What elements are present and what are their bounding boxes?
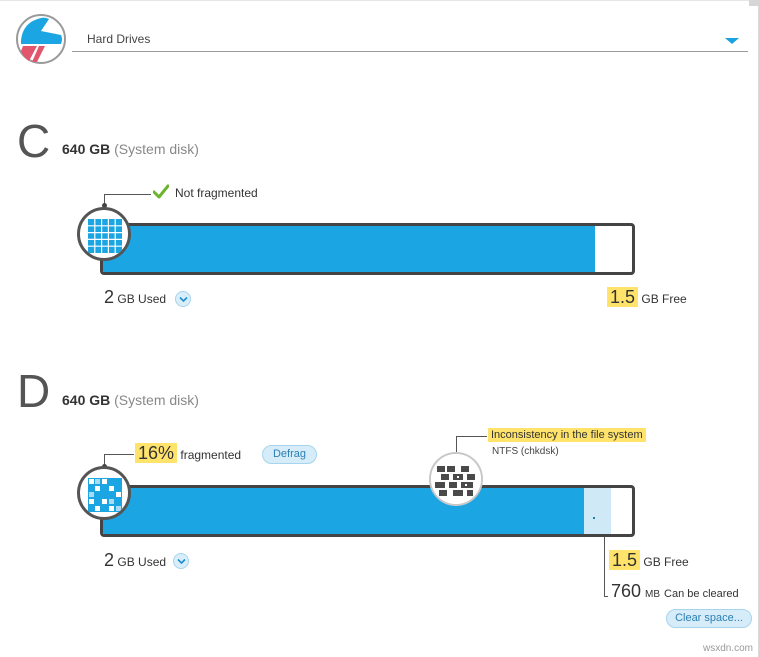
grid-icon <box>88 478 122 512</box>
chevron-down-icon[interactable] <box>725 38 739 44</box>
fragmentation-label: fragmented <box>180 448 242 462</box>
connector-line <box>104 454 134 455</box>
drive-description: (System disk) <box>114 141 199 157</box>
connector-line <box>104 194 151 195</box>
clearable-space-text: Can be cleared <box>664 588 739 600</box>
defrag-button[interactable]: Defrag <box>262 445 317 464</box>
app-logo <box>15 13 67 65</box>
header-divider <box>72 51 748 52</box>
free-space-label: 1.5 GB Free <box>609 550 689 571</box>
connector-line <box>456 436 457 452</box>
used-space-fill <box>103 226 595 272</box>
clearable-space-value: 760 <box>611 581 642 601</box>
fragment-blocks-icon <box>431 454 481 504</box>
chevron-down-icon <box>179 296 188 303</box>
file-system-issue-map[interactable] <box>429 452 483 506</box>
drive-capacity: 640 GB <box>62 141 111 157</box>
file-system-issue-title: Inconsistency in the file system <box>488 428 646 442</box>
connector-line <box>456 436 487 437</box>
used-space-value: 2 <box>104 550 115 570</box>
drive-size: 640 GB (System disk) <box>62 141 199 157</box>
connector-line <box>604 537 605 597</box>
free-space-unit: GB Free <box>643 555 689 569</box>
free-space-unit: GB Free <box>641 292 687 306</box>
drive-description: (System disk) <box>114 392 199 408</box>
used-space-fill <box>103 488 585 534</box>
used-space-unit: GB Used <box>117 555 167 569</box>
used-space-label: 2 GB Used <box>104 287 166 308</box>
free-space-value: 1.5 <box>607 287 639 307</box>
disk-usage-bar[interactable] <box>100 485 635 537</box>
used-space-label: 2 GB Used <box>104 550 166 571</box>
fragmentation-map[interactable] <box>77 207 131 261</box>
drive-size: 640 GB (System disk) <box>62 392 199 408</box>
used-space-value: 2 <box>104 287 115 307</box>
drive-letter: C <box>17 115 51 167</box>
window-corner <box>749 0 759 6</box>
disk-usage-bar[interactable] <box>100 223 635 275</box>
fragmentation-status: Not fragmented <box>175 186 258 200</box>
used-space-unit: GB Used <box>117 292 167 306</box>
expand-used-button[interactable] <box>173 553 189 569</box>
clearable-space-fill <box>584 488 611 534</box>
connector-line <box>604 596 608 597</box>
clearable-space-unit: MB <box>645 589 661 600</box>
clearable-space-label: 760 MB Can be cleared <box>611 581 739 602</box>
section-title: Hard Drives <box>87 32 151 46</box>
free-space-label: 1.5 GB Free <box>607 287 687 308</box>
expand-used-button[interactable] <box>175 291 191 307</box>
watermark: wsxdn.com <box>702 643 753 654</box>
file-system-issue-subtitle: NTFS (chkdsk) <box>492 446 559 457</box>
chevron-down-icon <box>177 558 186 565</box>
fragmentation-value: 16% <box>135 443 178 463</box>
drive-letter: D <box>17 365 51 417</box>
clear-space-button[interactable]: Clear space... <box>666 609 752 628</box>
grid-icon <box>88 219 122 253</box>
free-space-value: 1.5 <box>609 550 641 570</box>
drive-capacity: 640 GB <box>62 392 111 408</box>
fragmentation-map[interactable] <box>77 466 131 520</box>
checkmark-icon <box>153 184 169 199</box>
fragmentation-percent: 16% fragmented <box>135 443 241 464</box>
